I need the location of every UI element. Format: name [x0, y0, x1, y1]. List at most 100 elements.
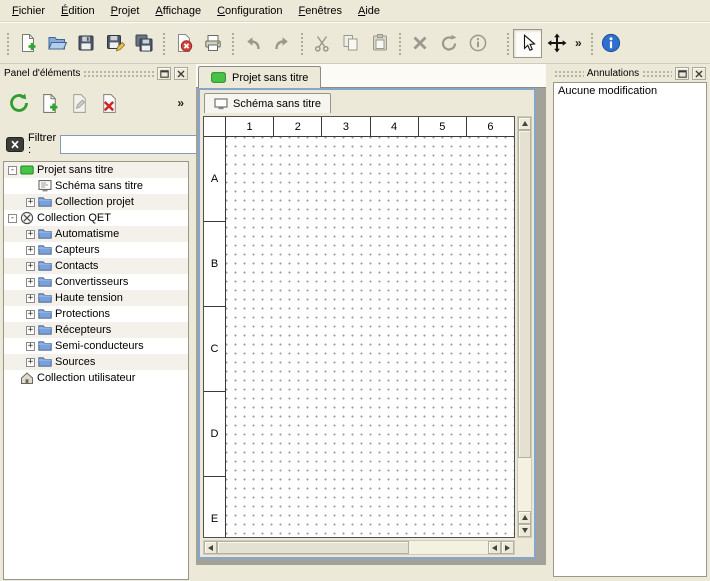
diagram-grid[interactable] — [226, 137, 514, 537]
toolbar-grip[interactable] — [397, 31, 402, 55]
expander-icon[interactable]: + — [26, 262, 35, 271]
tree-item-semi-conducteurs[interactable]: +Semi-conducteurs — [4, 338, 188, 354]
menu-affichage[interactable]: Affichage — [147, 2, 209, 20]
mdi-workspace: Schéma sans titre 1 2 3 4 5 6 — [196, 88, 546, 565]
tree-item-recepteurs[interactable]: +Récepteurs — [4, 322, 188, 338]
float-button[interactable] — [157, 67, 171, 80]
close-button[interactable] — [174, 67, 188, 80]
toolbar-grip[interactable] — [299, 31, 304, 55]
delete-element-button[interactable] — [94, 87, 124, 119]
expander-icon[interactable]: + — [26, 294, 35, 303]
undo-dock-titlebar[interactable]: Annulations — [552, 66, 708, 81]
rotate-button[interactable] — [434, 29, 463, 58]
schema-tab-bar: Schéma sans titre — [200, 90, 534, 113]
new-file-button[interactable] — [13, 29, 42, 58]
expander-icon[interactable]: + — [26, 278, 35, 287]
delete-button[interactable] — [405, 29, 434, 58]
diagram-canvas[interactable]: 1 2 3 4 5 6 A B C D — [203, 116, 515, 538]
v-scroll-up-button[interactable] — [518, 117, 531, 130]
folder-icon — [38, 227, 52, 241]
print-button[interactable] — [198, 29, 227, 58]
toolbar-grip[interactable] — [230, 31, 235, 55]
new-element-button[interactable] — [34, 87, 64, 119]
tree-item-label: Collection QET — [37, 212, 111, 224]
menu-edition[interactable]: Édition — [53, 2, 103, 20]
tree-item-capteurs[interactable]: +Capteurs — [4, 242, 188, 258]
expander-icon[interactable]: + — [26, 198, 35, 207]
float-icon — [678, 70, 687, 78]
h-scroll-left-button[interactable] — [204, 541, 217, 554]
tree-item-label: Contacts — [55, 260, 98, 272]
paste-icon — [370, 33, 390, 53]
expander-icon[interactable]: - — [8, 166, 17, 175]
copy-button[interactable] — [336, 29, 365, 58]
tree-item-contacts[interactable]: + Contacts — [4, 258, 188, 274]
cut-button[interactable] — [307, 29, 336, 58]
expander-icon[interactable]: + — [26, 326, 35, 335]
v-scroll-up-button-2[interactable] — [518, 511, 531, 524]
elements-tree: -Projet sans titre Schéma sans titre +Co… — [3, 161, 189, 580]
tree-item-haute-tension[interactable]: +Haute tension — [4, 290, 188, 306]
menu-fenetres[interactable]: Fenêtres — [291, 2, 350, 20]
save-all-button[interactable] — [129, 29, 158, 58]
h-scroll-left-button-2[interactable] — [488, 541, 501, 554]
menu-projet[interactable]: Projet — [103, 2, 148, 20]
menu-configuration[interactable]: Configuration — [209, 2, 290, 20]
tree-item-collection-qet[interactable]: - Collection QET — [4, 210, 188, 226]
about-button[interactable] — [597, 29, 626, 58]
element-info-button[interactable] — [463, 29, 492, 58]
expander-icon[interactable]: + — [26, 246, 35, 255]
undo-history-list[interactable]: Aucune modification — [553, 82, 707, 577]
select-tool-button[interactable] — [513, 29, 542, 58]
expander-icon[interactable]: + — [26, 310, 35, 319]
edit-element-button[interactable] — [64, 87, 94, 119]
tree-item-collection-projet[interactable]: +Collection projet — [4, 194, 188, 210]
panel-overflow-button[interactable]: » — [173, 96, 188, 110]
menu-aide[interactable]: Aide — [350, 2, 388, 20]
clear-filter-button[interactable] — [6, 137, 24, 152]
open-file-button[interactable] — [42, 29, 71, 58]
close-button[interactable] — [692, 67, 706, 80]
reload-collections-button[interactable] — [4, 87, 34, 119]
h-scroll-right-button[interactable] — [501, 541, 514, 554]
v-scroll-down-button[interactable] — [518, 524, 531, 537]
tree-item-convertisseurs[interactable]: +Convertisseurs — [4, 274, 188, 290]
elements-panel-titlebar[interactable]: Panel d'éléments — [2, 66, 190, 81]
toolbar-grip[interactable] — [589, 31, 594, 55]
h-scroll-track[interactable] — [409, 541, 488, 554]
tree-item-protections[interactable]: +Protections — [4, 306, 188, 322]
down-arrow-icon — [522, 528, 528, 533]
expander-icon[interactable]: + — [26, 230, 35, 239]
toolbar-overflow-button[interactable]: » — [571, 36, 586, 50]
tree-item-collection-utilisateur[interactable]: Collection utilisateur — [4, 370, 188, 386]
expander-icon[interactable]: + — [26, 342, 35, 351]
save-button[interactable] — [71, 29, 100, 58]
tree-item-sources[interactable]: +Sources — [4, 354, 188, 370]
redo-button[interactable] — [267, 29, 296, 58]
expander-icon[interactable]: - — [8, 214, 17, 223]
project-tab[interactable]: Projet sans titre — [198, 66, 321, 88]
delete-x-icon — [410, 33, 430, 53]
tree-item-schema[interactable]: Schéma sans titre — [4, 178, 188, 194]
toolbar-grip[interactable] — [161, 31, 166, 55]
tree-item-project[interactable]: -Projet sans titre — [4, 162, 188, 178]
schema-tab[interactable]: Schéma sans titre — [204, 93, 331, 113]
v-scroll-track[interactable] — [518, 458, 531, 511]
h-scroll-thumb[interactable] — [217, 541, 409, 554]
expander-icon[interactable]: + — [26, 358, 35, 367]
float-button[interactable] — [675, 67, 689, 80]
vertical-scrollbar[interactable] — [517, 116, 532, 538]
close-file-button[interactable] — [169, 29, 198, 58]
v-scroll-thumb[interactable] — [518, 130, 531, 458]
horizontal-scrollbar[interactable] — [203, 540, 515, 555]
toolbar-grip[interactable] — [505, 31, 510, 55]
filter-input[interactable] — [60, 135, 208, 154]
paste-button[interactable] — [365, 29, 394, 58]
menu-fichier[interactable]: Fichier — [4, 2, 53, 20]
undo-button[interactable] — [238, 29, 267, 58]
toolbar-grip[interactable] — [5, 31, 10, 55]
save-as-button[interactable] — [100, 29, 129, 58]
tree-item-automatisme[interactable]: +Automatisme — [4, 226, 188, 242]
undo-empty-message: Aucune modification — [558, 85, 657, 97]
move-tool-button[interactable] — [542, 29, 571, 58]
